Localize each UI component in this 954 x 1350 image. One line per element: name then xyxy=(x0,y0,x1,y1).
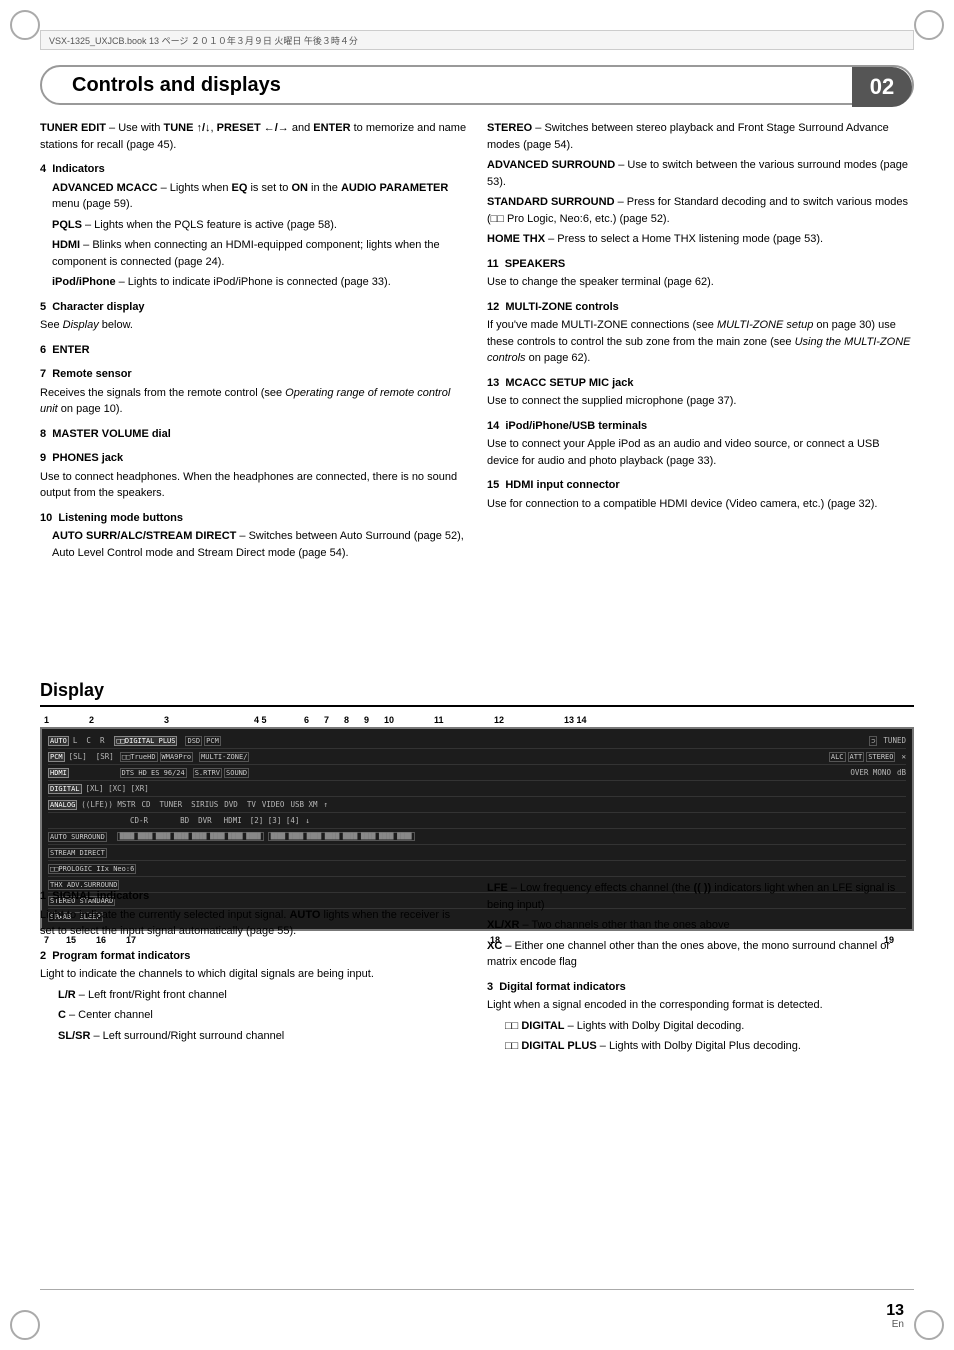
section-15-heading: 15 HDMI input connector xyxy=(487,477,914,494)
stereo-text: STEREO – Switches between stereo playbac… xyxy=(487,120,914,153)
display-row-6: CD-R BD DVR HDMI [2] [3] [4] ↓ xyxy=(48,813,906,829)
xlxr-text: XL/XR – Two channels other than the ones… xyxy=(487,917,914,934)
section-9-heading: 9 PHONES jack xyxy=(40,450,467,467)
title-box: Controls and displays 02 xyxy=(40,65,914,105)
page-title: Controls and displays xyxy=(72,74,281,97)
phones-jack-text: Use to connect headphones. When the head… xyxy=(40,469,467,502)
section-14-heading: 14 iPod/iPhone/USB terminals xyxy=(487,418,914,435)
right-column: STEREO – Switches between stereo playbac… xyxy=(487,120,914,565)
diagram-numbers-top: 1 2 3 4 5 6 7 8 9 10 11 12 13 14 xyxy=(40,715,914,725)
c-indicator: C – Center channel xyxy=(40,1007,467,1024)
corner-decoration-tl xyxy=(10,10,40,40)
page-number: 13 xyxy=(886,1302,904,1320)
tuner-edit-text: TUNER EDIT – Use with TUNE ↑/↓, PRESET ←… xyxy=(40,120,467,153)
section-11-heading: 11 SPEAKERS xyxy=(487,256,914,273)
display-row-stream: STREAM DIRECT xyxy=(48,845,906,861)
bottom-right: LFE – Low frequency effects channel (the… xyxy=(487,880,914,1059)
program-format-text: Light to indicate the channels to which … xyxy=(40,966,467,983)
speakers-text: Use to change the speaker terminal (page… xyxy=(487,274,914,291)
signal-indicators-heading: 1 SIGNAL indicators xyxy=(40,888,467,905)
pqls-text: PQLS – Lights when the PQLS feature is a… xyxy=(40,217,467,234)
lfe-text: LFE – Low frequency effects channel (the… xyxy=(487,880,914,913)
standard-surround-text: STANDARD SURROUND – Press for Standard d… xyxy=(487,194,914,227)
corner-decoration-bl xyxy=(10,1310,40,1340)
advanced-mcacc-text: ADVANCED MCACC – Lights when EQ is set t… xyxy=(40,180,467,213)
advanced-surround-text: ADVANCED SURROUND – Use to switch betwee… xyxy=(487,157,914,190)
digital-format-text: Light when a signal encoded in the corre… xyxy=(487,997,914,1014)
ipod-iphone-text: iPod/iPhone – Lights to indicate iPod/iP… xyxy=(40,274,467,291)
section-8-heading: 8 MASTER VOLUME dial xyxy=(40,426,467,443)
program-format-heading: 2 Program format indicators xyxy=(40,948,467,965)
display-row-2: PCM [SL] [SR] □□TrueHD WMA9Pro MULTI-ZON… xyxy=(48,749,906,765)
auto-surr-text: AUTO SURR/ALC/STREAM DIRECT – Switches b… xyxy=(40,528,467,561)
digital-indicator: □□ DIGITAL – Lights with Dolby Digital d… xyxy=(487,1018,914,1035)
section-10-heading: 10 Listening mode buttons xyxy=(40,510,467,527)
page-lang: En xyxy=(892,1319,904,1330)
display-row-3: HDMI DTS HD ES 96/24 S.RTRV SOUND OVER M… xyxy=(48,765,906,781)
bottom-content: 1 SIGNAL indicators Light to indicate th… xyxy=(40,880,914,1059)
section-4-heading: 4 Indicators xyxy=(40,161,467,178)
hdmi-indicator-text: HDMI – Blinks when connecting an HDMI-eq… xyxy=(40,237,467,270)
character-display-text: See Display below. xyxy=(40,317,467,334)
hdmi-connector-text: Use for connection to a compatible HDMI … xyxy=(487,496,914,513)
left-column: TUNER EDIT – Use with TUNE ↑/↓, PRESET ←… xyxy=(40,120,467,565)
header-strip: VSX-1325_UXJCB.book 13 ページ ２０１０年３月９日 火曜日… xyxy=(40,30,914,50)
mcacc-mic-text: Use to connect the supplied microphone (… xyxy=(487,393,914,410)
lr-indicator: L/R – Left front/Right front channel xyxy=(40,987,467,1004)
signal-indicators-text: Light to indicate the currently selected… xyxy=(40,907,467,940)
main-content: TUNER EDIT – Use with TUNE ↑/↓, PRESET ←… xyxy=(40,120,914,565)
multi-zone-text: If you've made MULTI-ZONE connections (s… xyxy=(487,317,914,367)
corner-decoration-tr xyxy=(914,10,944,40)
ipod-usb-text: Use to connect your Apple iPod as an aud… xyxy=(487,436,914,469)
remote-sensor-text: Receives the signals from the remote con… xyxy=(40,385,467,418)
corner-decoration-br xyxy=(914,1310,944,1340)
slsr-indicator: SL/SR – Left surround/Right surround cha… xyxy=(40,1028,467,1045)
bottom-left: 1 SIGNAL indicators Light to indicate th… xyxy=(40,880,467,1059)
display-row-5: ANALOG ((LFE)) MSTR CD TUNER SIRIUS DVD … xyxy=(48,797,906,813)
digital-format-heading: 3 Digital format indicators xyxy=(487,979,914,996)
display-row-prologic: □□PROLOGIC IIx Neo:6 xyxy=(48,861,906,877)
display-row-1: AUTO L C R □□DIGITAL PLUS DSD PCM ⊃ TUNE… xyxy=(48,733,906,749)
section-6-heading: 6 ENTER xyxy=(40,342,467,359)
display-row-modes: AUTO SURROUND ████ ████ ████ ████ ████ █… xyxy=(48,829,906,845)
display-row-4: DIGITAL [XL] [XC] [XR] xyxy=(48,781,906,797)
bottom-rule xyxy=(40,1289,914,1290)
section-12-heading: 12 MULTI-ZONE controls xyxy=(487,299,914,316)
digital-plus-indicator: □□ DIGITAL PLUS – Lights with Dolby Digi… xyxy=(487,1038,914,1055)
chapter-number: 02 xyxy=(852,67,912,107)
display-title: Display xyxy=(40,680,914,707)
section-13-heading: 13 MCACC SETUP MIC jack xyxy=(487,375,914,392)
section-5-heading: 5 Character display xyxy=(40,299,467,316)
home-thx-text: HOME THX – Press to select a Home THX li… xyxy=(487,231,914,248)
xc-text: XC – Either one channel other than the o… xyxy=(487,938,914,971)
header-strip-text: VSX-1325_UXJCB.book 13 ページ ２０１０年３月９日 火曜日… xyxy=(49,34,358,47)
section-7-heading: 7 Remote sensor xyxy=(40,366,467,383)
